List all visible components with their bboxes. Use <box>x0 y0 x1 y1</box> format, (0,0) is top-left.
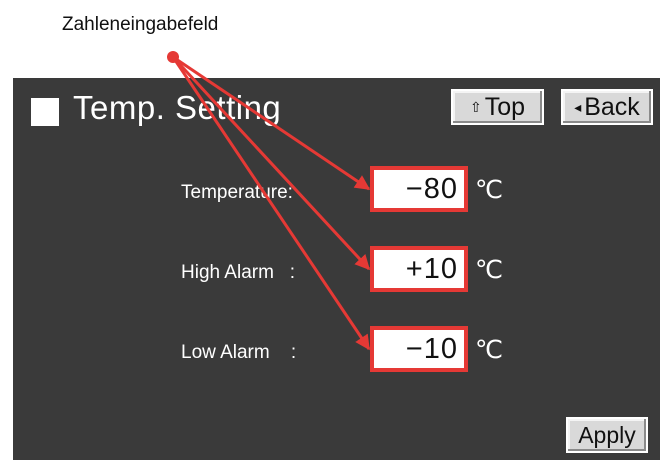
back-button-label: Back <box>584 92 640 121</box>
arrow-up-icon: ⇧ <box>469 98 482 115</box>
high-alarm-unit: ℃ <box>475 256 504 284</box>
temperature-input[interactable]: −80 <box>370 166 468 212</box>
temperature-unit: ℃ <box>475 176 504 204</box>
top-button[interactable]: ⇧ Top <box>451 89 544 125</box>
callout-label: Zahleneingabefeld <box>62 14 219 35</box>
high-alarm-input[interactable]: +10 <box>370 246 468 292</box>
apply-button[interactable]: Apply <box>566 417 648 453</box>
top-button-label: Top <box>484 92 526 121</box>
arrow-left-icon: ◂ <box>574 98 582 115</box>
page-title: Temp. Setting <box>73 89 282 126</box>
temperature-label: Temperature: <box>181 182 293 203</box>
low-alarm-unit: ℃ <box>475 336 504 364</box>
high-alarm-label: High Alarm : <box>181 262 296 283</box>
touch-screen: Temp. Setting ⇧ Top ◂ Back Temperature: … <box>13 78 660 460</box>
low-alarm-input[interactable]: −10 <box>370 326 468 372</box>
low-alarm-label: Low Alarm : <box>181 342 297 363</box>
title-square-icon <box>31 98 59 126</box>
back-button[interactable]: ◂ Back <box>561 89 653 125</box>
callout-origin-dot <box>167 51 179 63</box>
